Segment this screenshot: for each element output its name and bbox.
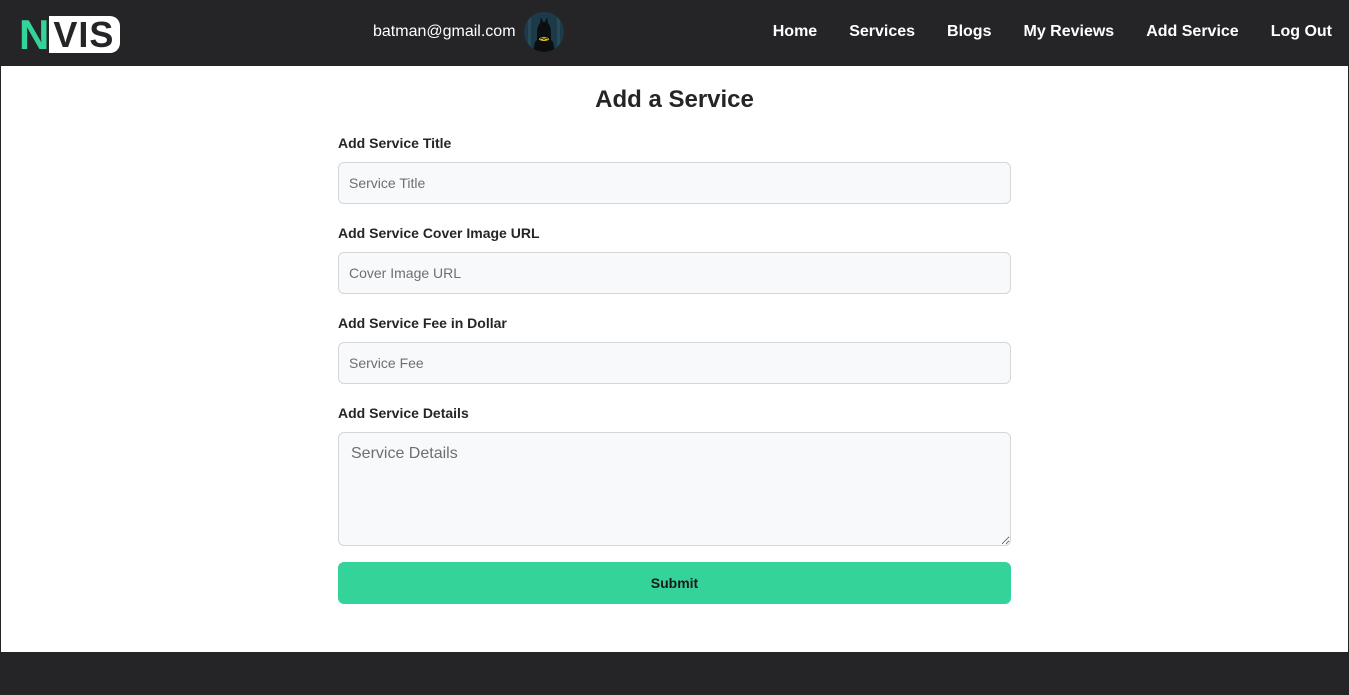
service-fee-input[interactable]: [338, 342, 1011, 384]
service-fee-label: Add Service Fee in Dollar: [338, 315, 507, 331]
logo-boxed-text: VIS: [49, 16, 121, 53]
submit-button[interactable]: Submit: [338, 562, 1011, 604]
batman-avatar-icon: [524, 12, 564, 52]
top-navbar: N VIS batman@gmail.com Home Services Blo…: [0, 0, 1349, 66]
main-nav: Home Services Blogs My Reviews Add Servi…: [741, 22, 1332, 42]
cover-image-url-input[interactable]: [338, 252, 1011, 294]
nav-services[interactable]: Services: [849, 22, 915, 42]
user-email: batman@gmail.com: [373, 23, 516, 40]
cover-image-label: Add Service Cover Image URL: [338, 225, 540, 241]
service-details-textarea[interactable]: [338, 432, 1011, 546]
main-content: Add a Service Add Service Title Add Serv…: [1, 66, 1348, 652]
service-title-label: Add Service Title: [338, 135, 452, 151]
site-logo[interactable]: N VIS: [19, 11, 121, 58]
service-title-input[interactable]: [338, 162, 1011, 204]
logo-letter: N: [19, 11, 49, 58]
nav-blogs[interactable]: Blogs: [947, 22, 991, 42]
page-title: Add a Service: [595, 86, 754, 113]
service-details-label: Add Service Details: [338, 405, 469, 421]
nav-add-service[interactable]: Add Service: [1146, 22, 1238, 42]
avatar[interactable]: [524, 12, 564, 52]
nav-log-out[interactable]: Log Out: [1271, 22, 1332, 42]
footer: [0, 652, 1349, 695]
nav-home[interactable]: Home: [773, 22, 817, 42]
nav-my-reviews[interactable]: My Reviews: [1023, 22, 1114, 42]
